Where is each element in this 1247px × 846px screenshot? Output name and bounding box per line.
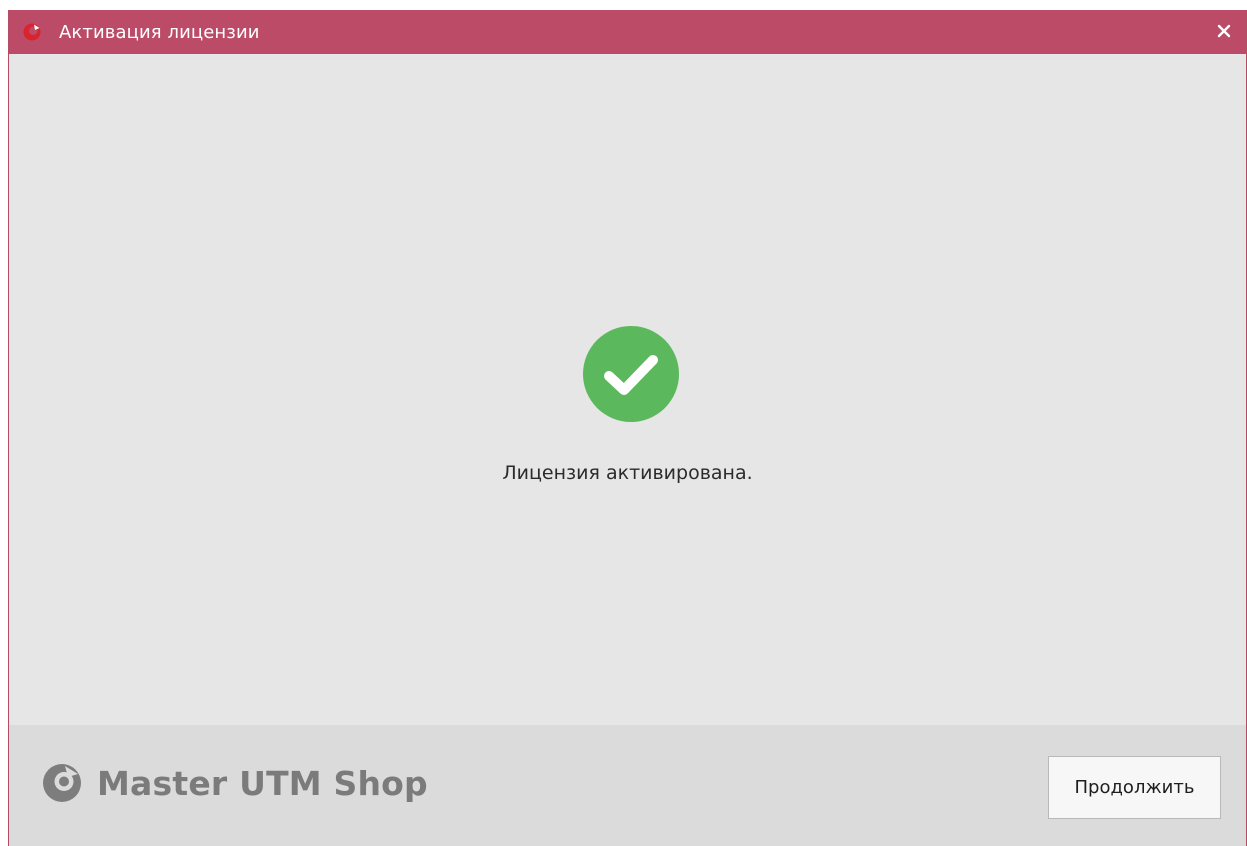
- brand-name: Master UTM Shop: [97, 763, 428, 803]
- content-area: Лицензия активирована.: [9, 54, 1246, 725]
- title-bar[interactable]: Активация лицензии: [9, 10, 1246, 54]
- continue-button[interactable]: Продолжить: [1048, 756, 1221, 819]
- close-button[interactable]: [1210, 18, 1238, 46]
- check-circle-icon: [582, 325, 680, 423]
- status-message: Лицензия активирована.: [502, 462, 753, 484]
- app-logo-icon: [21, 21, 43, 43]
- brand-logo-icon: [41, 762, 83, 804]
- footer-bar: Master UTM Shop Продолжить: [9, 725, 1246, 846]
- license-activation-window: Активация лицензии Лицензия активирована…: [8, 10, 1247, 846]
- brand: Master UTM Shop: [41, 762, 428, 804]
- window-title: Активация лицензии: [59, 21, 260, 43]
- close-icon: [1217, 23, 1231, 42]
